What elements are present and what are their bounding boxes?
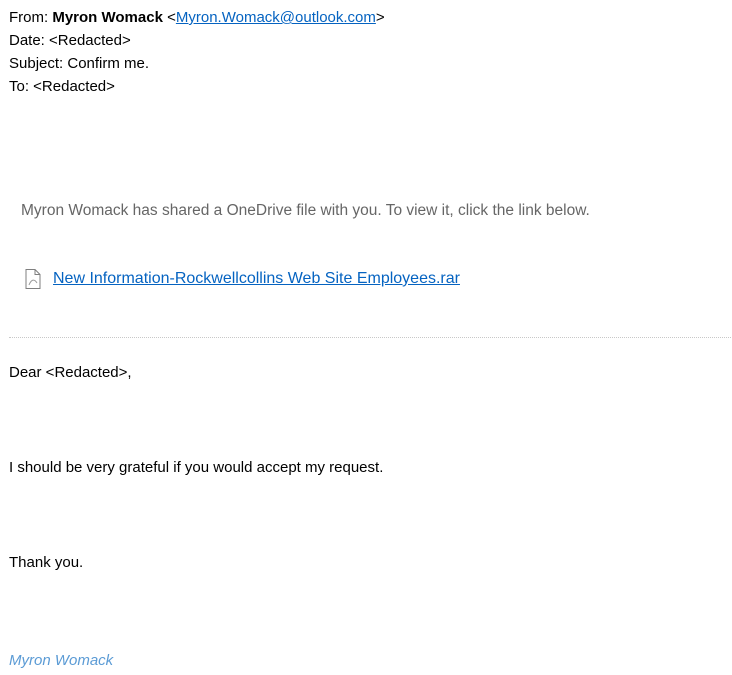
date-line: Date: <Redacted> bbox=[9, 32, 131, 49]
request-text: I should be very grateful if you would a… bbox=[9, 459, 384, 476]
email-header: From: Myron Womack <Myron.Womack@outlook… bbox=[9, 6, 385, 98]
shared-file-row[interactable]: New Information-Rockwellcollins Web Site… bbox=[22, 267, 460, 291]
email-open-bracket: < bbox=[162, 9, 176, 26]
to-line: To: <Redacted> bbox=[9, 78, 115, 95]
sender-email-link[interactable]: Myron.Womack@outlook.com bbox=[176, 9, 376, 26]
sender-name: Myron Womack bbox=[52, 9, 163, 26]
signature-text: Myron Womack bbox=[9, 652, 114, 669]
thanks-text: Thank you. bbox=[9, 554, 84, 571]
document-icon bbox=[22, 268, 44, 290]
subject-line: Subject: Confirm me. bbox=[9, 55, 150, 72]
from-line: From: Myron Womack <Myron.Womack@outlook… bbox=[9, 6, 385, 29]
email-close-bracket: > bbox=[375, 9, 385, 26]
from-label: From: bbox=[9, 9, 53, 26]
onedrive-share-message: Myron Womack has shared a OneDrive file … bbox=[21, 202, 590, 219]
shared-file-link[interactable]: New Information-Rockwellcollins Web Site… bbox=[53, 270, 460, 288]
section-divider bbox=[9, 337, 731, 338]
greeting-text: Dear <Redacted>, bbox=[9, 364, 132, 381]
